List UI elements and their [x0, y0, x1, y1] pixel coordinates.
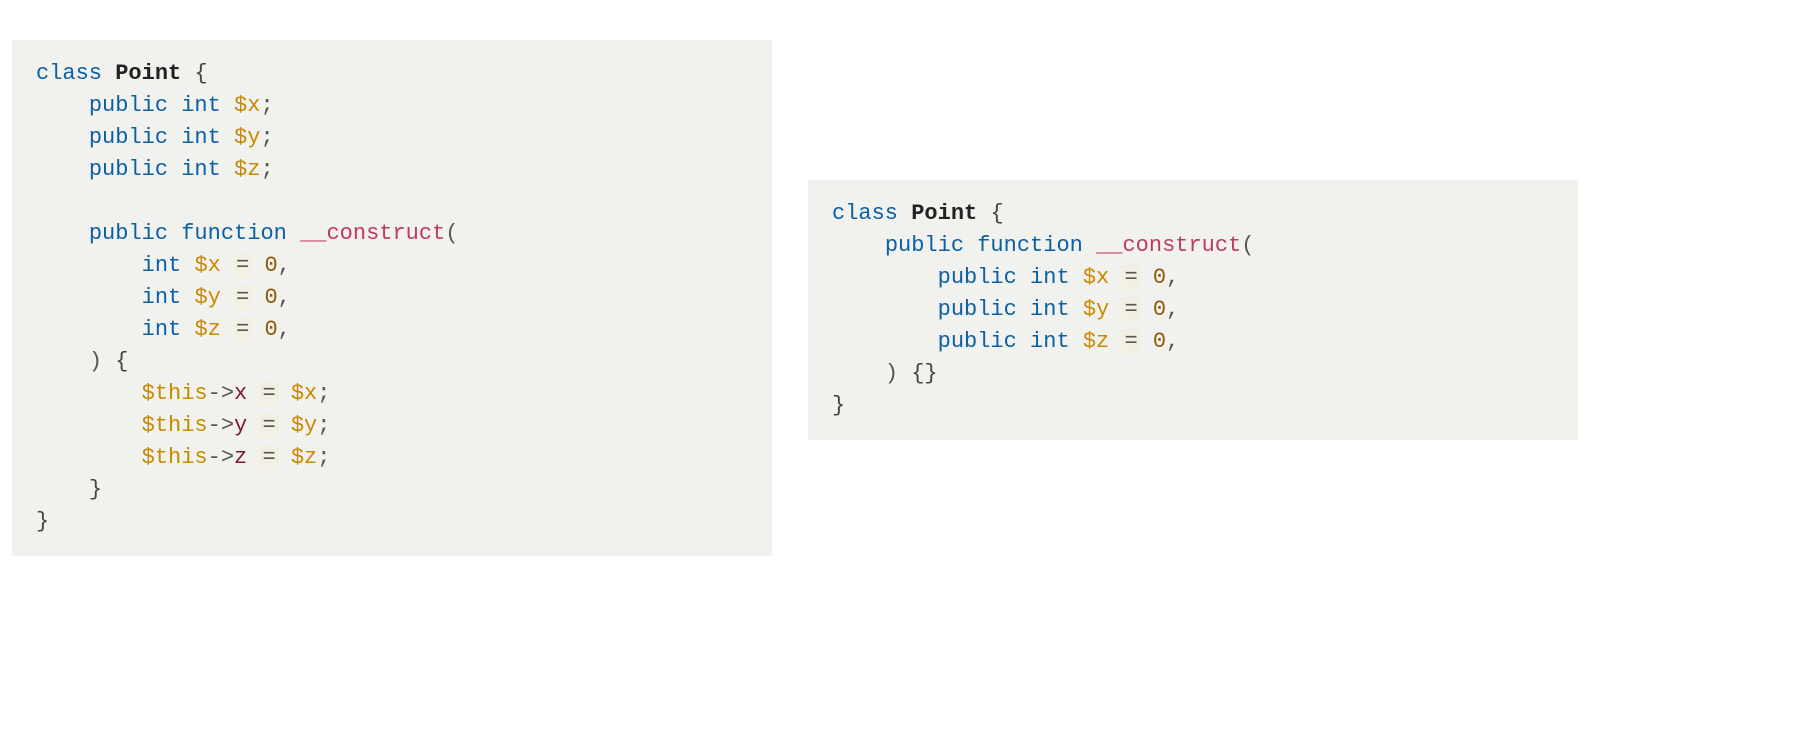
brace-close: }: [89, 477, 102, 502]
num-zero: 0: [1153, 297, 1166, 322]
kw-public: public: [885, 233, 964, 258]
var-z: $z: [194, 317, 220, 342]
var-this: $this: [142, 413, 208, 438]
var-y: $y: [291, 413, 317, 438]
paren-open: (: [1241, 233, 1254, 258]
comma: ,: [1166, 297, 1179, 322]
brace-open: {: [194, 61, 207, 86]
var-x: $x: [291, 381, 317, 406]
semi: ;: [317, 381, 330, 406]
kw-int: int: [1030, 329, 1070, 354]
eq: =: [1122, 297, 1139, 322]
eq: =: [260, 445, 277, 470]
brace-open: {: [115, 349, 128, 374]
comma: ,: [278, 317, 291, 342]
num-zero: 0: [264, 253, 277, 278]
arrow: ->: [208, 381, 234, 406]
code-content-left: class Point { public int $x; public int …: [36, 58, 748, 538]
kw-public: public: [938, 265, 1017, 290]
semi: ;: [317, 445, 330, 470]
eq: =: [234, 253, 251, 278]
brace-open: {: [990, 201, 1003, 226]
semi: ;: [260, 125, 273, 150]
kw-class: class: [832, 201, 898, 226]
brace-close: }: [36, 509, 49, 534]
var-x: $x: [234, 93, 260, 118]
kw-int: int: [142, 317, 182, 342]
fn-construct: __construct: [1096, 233, 1241, 258]
fn-construct: __construct: [300, 221, 445, 246]
kw-public: public: [938, 329, 1017, 354]
kw-function: function: [977, 233, 1083, 258]
comma: ,: [278, 253, 291, 278]
semi: ;: [317, 413, 330, 438]
kw-int: int: [181, 93, 221, 118]
eq: =: [260, 381, 277, 406]
eq: =: [1122, 265, 1139, 290]
kw-public: public: [938, 297, 1017, 322]
eq: =: [1122, 329, 1139, 354]
prop-x: x: [234, 381, 247, 406]
kw-int: int: [142, 253, 182, 278]
semi: ;: [260, 93, 273, 118]
kw-int: int: [142, 285, 182, 310]
eq: =: [234, 285, 251, 310]
num-zero: 0: [264, 285, 277, 310]
kw-class: class: [36, 61, 102, 86]
comma: ,: [1166, 265, 1179, 290]
kw-public: public: [89, 157, 168, 182]
var-y: $y: [1083, 297, 1109, 322]
var-z: $z: [291, 445, 317, 470]
num-zero: 0: [1153, 329, 1166, 354]
paren-close: ): [885, 361, 898, 386]
eq: =: [260, 413, 277, 438]
kw-function: function: [181, 221, 287, 246]
class-name: Point: [911, 201, 977, 226]
comma: ,: [1166, 329, 1179, 354]
var-y: $y: [234, 125, 260, 150]
num-zero: 0: [1153, 265, 1166, 290]
prop-y: y: [234, 413, 247, 438]
var-z: $z: [234, 157, 260, 182]
code-block-right: class Point { public function __construc…: [808, 180, 1578, 440]
paren-close: ): [89, 349, 102, 374]
kw-public: public: [89, 93, 168, 118]
arrow: ->: [208, 413, 234, 438]
code-block-left: class Point { public int $x; public int …: [12, 40, 772, 556]
var-this: $this: [142, 381, 208, 406]
kw-int: int: [181, 157, 221, 182]
kw-int: int: [181, 125, 221, 150]
kw-int: int: [1030, 297, 1070, 322]
code-content-right: class Point { public function __construc…: [832, 198, 1554, 422]
num-zero: 0: [264, 317, 277, 342]
prop-z: z: [234, 445, 247, 470]
kw-public: public: [89, 125, 168, 150]
empty-braces: {}: [911, 361, 937, 386]
eq: =: [234, 317, 251, 342]
var-x: $x: [1083, 265, 1109, 290]
comma: ,: [278, 285, 291, 310]
brace-close: }: [832, 393, 845, 418]
paren-open: (: [445, 221, 458, 246]
semi: ;: [260, 157, 273, 182]
arrow: ->: [208, 445, 234, 470]
kw-public: public: [89, 221, 168, 246]
var-z: $z: [1083, 329, 1109, 354]
class-name: Point: [115, 61, 181, 86]
var-y: $y: [194, 285, 220, 310]
kw-int: int: [1030, 265, 1070, 290]
var-x: $x: [194, 253, 220, 278]
var-this: $this: [142, 445, 208, 470]
